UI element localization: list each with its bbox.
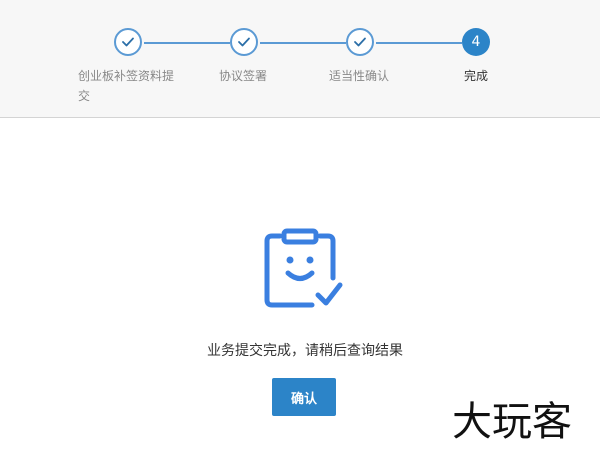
step-label-agreement: 协议签署 [219, 69, 268, 83]
clipboard-smile-check-icon [264, 228, 343, 308]
step-4-active-indicator: 4 [462, 28, 490, 56]
step-connector [376, 42, 462, 44]
step-label-suitability: 适当性确认 [329, 69, 390, 83]
step-1-done-indicator [114, 28, 142, 56]
step-2-done-indicator [230, 28, 258, 56]
progress-stepper: 4 创业板补签资料提交 协议签署 适当性确认 完成 [0, 0, 600, 118]
step-connector [144, 42, 230, 44]
step-connector [260, 42, 346, 44]
check-icon [122, 37, 134, 47]
check-icon [354, 37, 366, 47]
check-icon [238, 37, 250, 47]
watermark-logo: 大玩客 [452, 399, 572, 445]
page: 4 创业板补签资料提交 协议签署 适当性确认 完成 业务提交完成，请稍后查询结果… [0, 0, 600, 455]
result-message: 业务提交完成，请稍后查询结果 [207, 343, 403, 359]
step-label-complete: 完成 [464, 69, 489, 83]
step-label-materials: 创业板补签资料提交 [78, 69, 175, 103]
step-3-done-indicator [346, 28, 374, 56]
confirm-button[interactable]: 确认 [272, 378, 336, 416]
